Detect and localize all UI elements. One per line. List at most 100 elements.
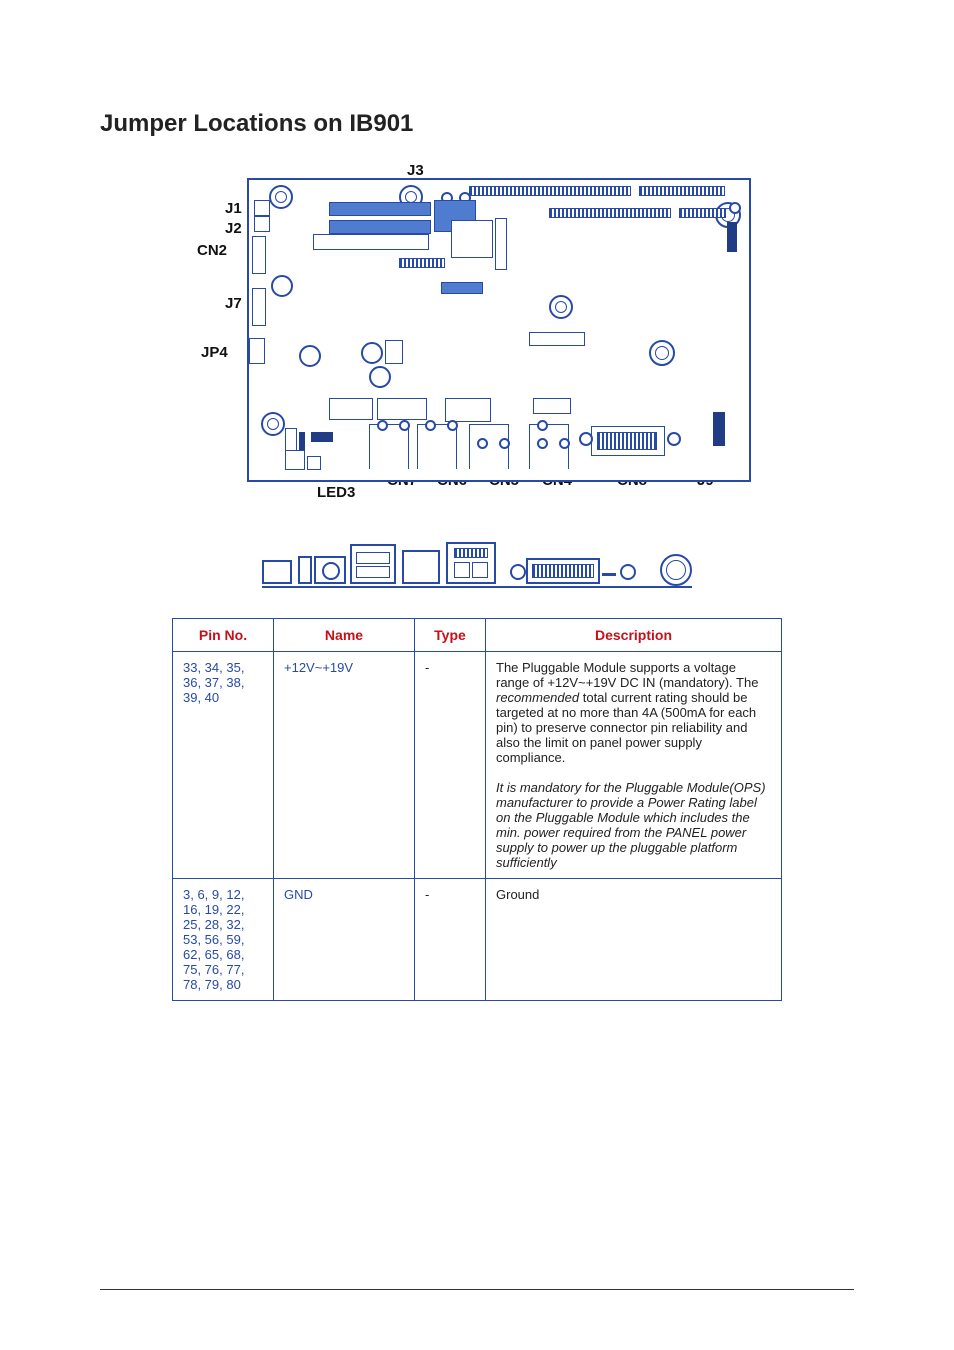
cell-type: - <box>415 652 486 879</box>
diagram-area: J3 J1 J2 CN2 J7 JP4 J6 CN1 J4 BZ1 BAT1 S… <box>100 168 854 1001</box>
label-j7: J7 <box>225 295 242 312</box>
screw-icon <box>510 564 526 580</box>
line-icon <box>602 573 616 576</box>
col-header-pin: Pin No. <box>173 619 274 652</box>
chip-icon <box>313 234 429 250</box>
pin-dot-icon <box>425 420 436 431</box>
pin-dot-icon <box>377 420 388 431</box>
desc-text: Ground <box>496 887 539 902</box>
cell-name: GND <box>274 879 415 1001</box>
chip-icon <box>441 282 483 294</box>
module-cn6-area <box>377 398 427 420</box>
chip-icon <box>597 432 657 450</box>
jack-icon <box>322 562 340 580</box>
pin-dot-icon <box>499 438 510 449</box>
hole-icon <box>667 432 681 446</box>
hole-icon <box>579 432 593 446</box>
io-panel-diagram <box>262 538 692 588</box>
mounting-hole-icon <box>649 340 675 366</box>
chip-icon <box>533 398 571 414</box>
pin-dot-icon <box>559 438 570 449</box>
mounting-hole-icon <box>269 185 293 209</box>
port-slot-icon <box>454 562 470 578</box>
connector-j4 <box>549 208 671 218</box>
connector-j4 <box>679 208 726 218</box>
label-jp4: JP4 <box>201 344 228 361</box>
usb-slot-icon <box>356 566 390 578</box>
io-usb-stack-icon <box>350 544 396 584</box>
cell-type: - <box>415 879 486 1001</box>
chip-icon <box>399 258 445 268</box>
pin-dot-icon <box>729 202 741 214</box>
pin-dot-icon <box>447 420 458 431</box>
io-audio-icon <box>314 556 346 584</box>
port-j9 <box>713 412 725 446</box>
table-header-row: Pin No. Name Type Description <box>173 619 782 652</box>
io-baseline <box>262 586 692 588</box>
connector-j3 <box>469 186 631 196</box>
hole-icon <box>271 275 293 297</box>
usb-slot-icon <box>356 552 390 564</box>
mounting-hole-icon <box>261 412 285 436</box>
col-header-desc: Description <box>486 619 782 652</box>
pin-table: Pin No. Name Type Description 33, 34, 35… <box>172 618 782 1001</box>
cell-pin: 33, 34, 35, 36, 37, 38, 39, 40 <box>173 652 274 879</box>
pin-dot-icon <box>537 420 548 431</box>
connector-cn1 <box>451 220 493 258</box>
screw-icon <box>620 564 636 580</box>
led3 <box>307 456 321 470</box>
chip-icon <box>329 220 431 234</box>
hole-icon <box>361 342 383 364</box>
pin-dot-icon <box>399 420 410 431</box>
mounting-hole-icon <box>549 295 573 319</box>
cell-desc: The Pluggable Module supports a voltage … <box>486 652 782 879</box>
module-cn7-area <box>329 398 373 420</box>
cell-desc: Ground <box>486 879 782 1001</box>
label-j3: J3 <box>407 162 424 179</box>
label-led3: LED3 <box>317 484 355 501</box>
cell-pin: 3, 6, 9, 12, 16, 19, 22, 25, 28, 32, 53,… <box>173 879 274 1001</box>
table-row: 33, 34, 35, 36, 37, 38, 39, 40 +12V~+19V… <box>173 652 782 879</box>
db-pins-icon <box>532 564 594 578</box>
chip-icon <box>495 218 507 270</box>
footer-rule <box>100 1289 854 1290</box>
connector-j3 <box>639 186 725 196</box>
io-rj45-icon <box>402 550 440 584</box>
col-header-name: Name <box>274 619 415 652</box>
pin-dot-icon <box>477 438 488 449</box>
chip-icon <box>299 432 305 450</box>
page-title: Jumper Locations on IB901 <box>100 110 854 138</box>
pin-dot-icon <box>537 438 548 449</box>
switch-sw1 <box>285 450 305 470</box>
hole-icon <box>299 345 321 367</box>
label-cn2: CN2 <box>197 242 227 259</box>
hdmi-slot-icon <box>454 548 488 558</box>
board-outline <box>247 178 751 482</box>
io-hdmi-stack-icon <box>446 542 496 584</box>
io-serial-icon <box>526 558 600 584</box>
chip-icon <box>727 222 737 252</box>
buzzer-bz1 <box>385 340 403 364</box>
module-cn5-area <box>445 398 491 422</box>
header-j1 <box>254 200 270 216</box>
header-cn2 <box>252 236 266 274</box>
header-jp4 <box>249 338 265 364</box>
desc-text: recommended <box>496 690 579 705</box>
table-row: 3, 6, 9, 12, 16, 19, 22, 25, 28, 32, 53,… <box>173 879 782 1001</box>
board-diagram: J3 J1 J2 CN2 J7 JP4 J6 CN1 J4 BZ1 BAT1 S… <box>197 168 757 508</box>
io-antenna-icon <box>660 554 692 586</box>
cell-name: +12V~+19V <box>274 652 415 879</box>
label-j2: J2 <box>225 220 242 237</box>
port-slot-icon <box>472 562 488 578</box>
chip-icon <box>311 432 333 442</box>
chip-icon <box>329 202 431 216</box>
label-j1: J1 <box>225 200 242 217</box>
header-j7 <box>252 288 266 326</box>
io-slim-icon <box>298 556 312 584</box>
desc-text: The Pluggable Module supports a voltage … <box>496 660 758 690</box>
desc-text: It is mandatory for the Pluggable Module… <box>496 780 766 870</box>
battery-bat1 <box>529 332 585 346</box>
hole-icon <box>369 366 391 388</box>
header-j2 <box>254 216 270 232</box>
io-power-icon <box>262 560 292 584</box>
